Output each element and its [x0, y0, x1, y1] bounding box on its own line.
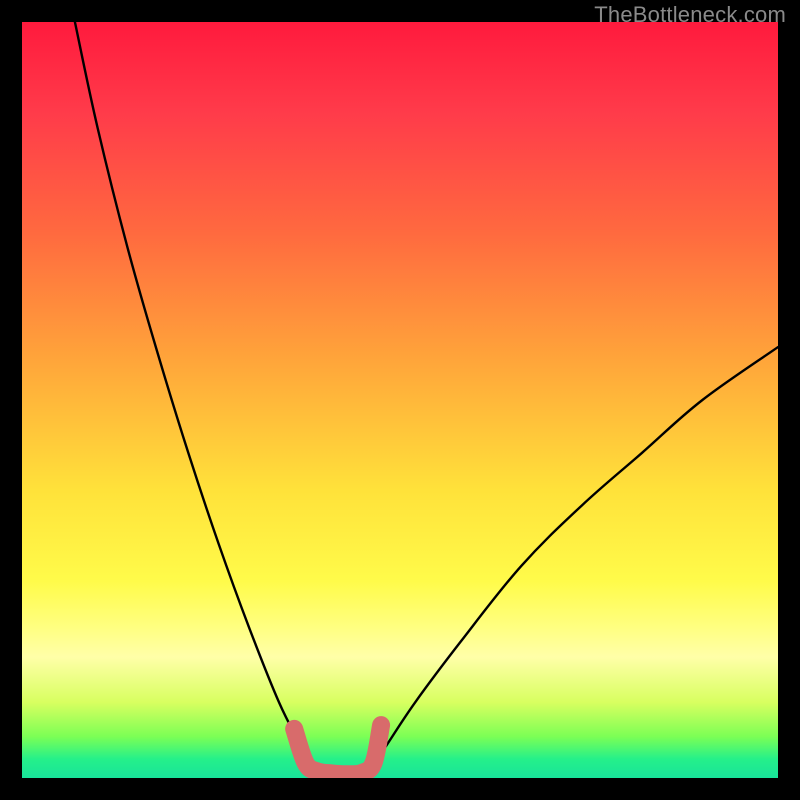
watermark-text: TheBottleneck.com [594, 2, 786, 28]
curve-layer [22, 22, 778, 778]
chart-frame: TheBottleneck.com [0, 0, 800, 800]
plot-area [22, 22, 778, 778]
flat-minimum-marker [294, 725, 381, 774]
bottleneck-curve [75, 22, 778, 774]
